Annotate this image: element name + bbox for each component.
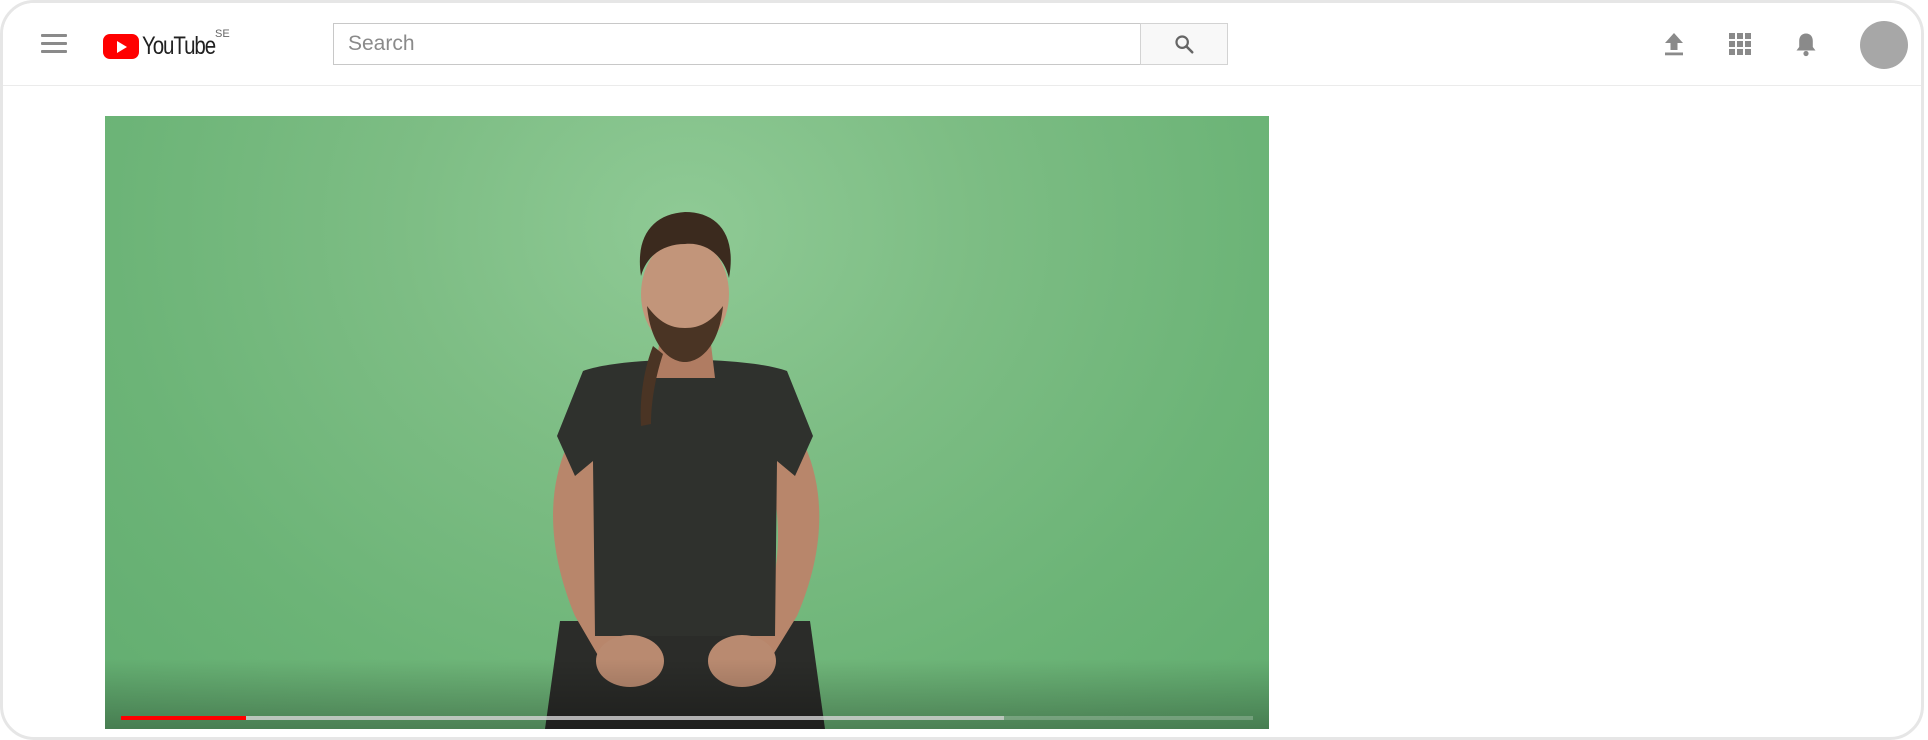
progress-bar[interactable] bbox=[121, 716, 1253, 720]
menu-icon[interactable] bbox=[41, 34, 67, 54]
youtube-play-logo-icon bbox=[103, 33, 139, 59]
logo-country-code: SE bbox=[215, 28, 230, 40]
video-player[interactable] bbox=[105, 116, 1269, 729]
masthead: YouTube SE bbox=[3, 3, 1921, 86]
upload-button[interactable] bbox=[1660, 30, 1688, 58]
progress-buffered bbox=[121, 716, 1004, 720]
search-icon bbox=[1175, 35, 1194, 54]
upload-icon bbox=[1665, 33, 1683, 56]
apps-button[interactable] bbox=[1726, 30, 1754, 58]
youtube-logo[interactable]: YouTube SE bbox=[103, 28, 231, 61]
video-frame-person bbox=[545, 212, 825, 729]
avatar[interactable] bbox=[1860, 21, 1908, 69]
search-button[interactable] bbox=[1140, 23, 1228, 65]
bell-icon bbox=[1796, 33, 1816, 57]
apps-grid-icon bbox=[1729, 33, 1751, 55]
logo-wordmark: YouTube bbox=[142, 31, 216, 60]
search-input[interactable] bbox=[333, 23, 1141, 65]
progress-played bbox=[121, 716, 246, 720]
notifications-button[interactable] bbox=[1792, 30, 1820, 58]
browser-frame: YouTube SE bbox=[0, 0, 1924, 740]
